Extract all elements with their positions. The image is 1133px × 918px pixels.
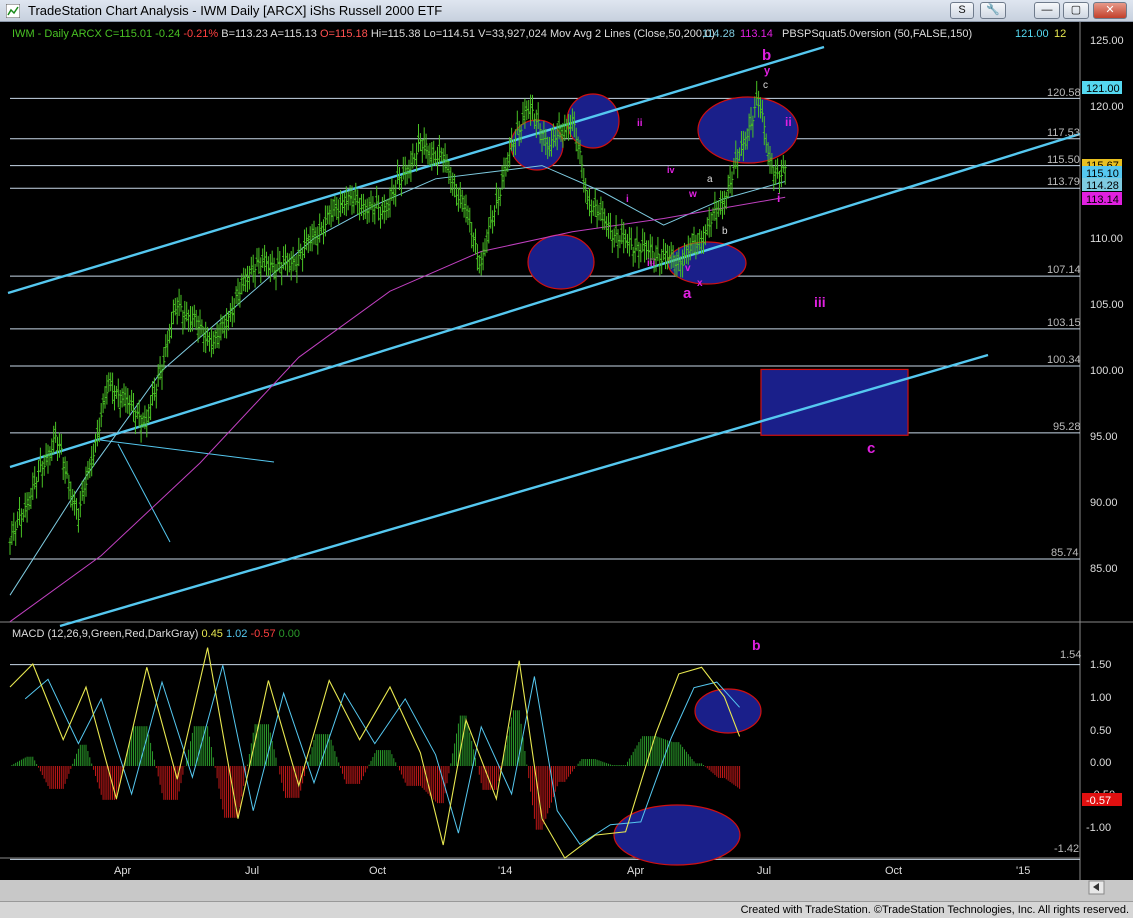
macd-avg: 1.02 bbox=[226, 628, 247, 640]
chart-area: IWM - Daily ARCX C=115.01 -0.24 -0.21% B… bbox=[0, 22, 1133, 901]
last-price: C=115.01 bbox=[105, 28, 152, 40]
wave-label-iv: iv bbox=[667, 165, 675, 175]
macd-hline-label-1-54: 1.54 bbox=[1060, 649, 1081, 661]
tradestation-app-icon bbox=[6, 4, 20, 18]
study2-value2: 12 bbox=[1054, 28, 1066, 40]
macd-header: MACD (12,26,9,Green,Red,DarkGray) 0.45 1… bbox=[12, 628, 300, 640]
axis-label-95: 95.00 bbox=[1090, 431, 1118, 443]
oval-macd-top bbox=[694, 688, 762, 734]
macd-axis-0-00: 0.00 bbox=[1090, 757, 1111, 769]
wrench-icon[interactable]: 🔧 bbox=[980, 2, 1006, 19]
chart-svg[interactable]: IWM - Daily ARCX C=115.01 -0.24 -0.21% B… bbox=[0, 22, 1133, 901]
low-value: Lo=114.51 bbox=[424, 28, 476, 40]
open-value: O=115.18 bbox=[320, 28, 368, 40]
close-button[interactable]: ✕ bbox=[1093, 2, 1127, 19]
symbol-label: IWM - Daily bbox=[12, 28, 69, 40]
x-label-15: '15 bbox=[1016, 865, 1030, 877]
wave-label-w: w bbox=[688, 189, 697, 200]
oval-macd-bottom bbox=[613, 804, 741, 866]
wave-label-ii-left: ii bbox=[637, 118, 643, 129]
macd-zero: 0.00 bbox=[279, 628, 300, 640]
hline-label-115-50: 115.50 bbox=[1047, 154, 1080, 166]
wave-label-a-big: a bbox=[683, 285, 692, 302]
wave-label-a-small: a bbox=[707, 174, 713, 185]
wave-label-x: x bbox=[697, 278, 703, 289]
hline-label-85-74: 85.74 bbox=[1051, 547, 1079, 559]
exchange-label: ARCX bbox=[71, 28, 102, 40]
study1-value1: 114.28 bbox=[702, 28, 735, 40]
macd-axis-1-00: 1.00 bbox=[1090, 692, 1111, 704]
footer: Created with TradeStation. ©TradeStation… bbox=[0, 901, 1133, 918]
axis-label-125: 125.00 bbox=[1090, 35, 1124, 47]
axis-label-105: 105.00 bbox=[1090, 299, 1124, 311]
hline-label-95-28: 95.28 bbox=[1053, 421, 1081, 433]
wave-label-iii-right: iii bbox=[814, 294, 826, 310]
oval-5 bbox=[667, 241, 747, 285]
tag-113-14: 113.14 bbox=[1086, 194, 1119, 206]
wave-label-b-top: b bbox=[762, 47, 771, 64]
wave-label-i-left: i bbox=[626, 194, 629, 205]
x-label-jul-14: Jul bbox=[757, 865, 771, 877]
wave-label-iii-left: iii bbox=[647, 258, 656, 269]
x-label-oct-14: Oct bbox=[885, 865, 902, 877]
copyright-text: Created with TradeStation. ©TradeStation… bbox=[740, 904, 1129, 916]
title-bar: TradeStation Chart Analysis - IWM Daily … bbox=[0, 0, 1133, 22]
macd-hline-label-neg-1-42: -1.42 bbox=[1054, 843, 1079, 855]
macd-name: MACD (12,26,9,Green,Red,DarkGray) bbox=[12, 628, 198, 640]
hline-label-113-79: 113.79 bbox=[1047, 176, 1080, 188]
target-box bbox=[760, 368, 909, 436]
macd-axis-neg-1-00: -1.00 bbox=[1086, 822, 1111, 834]
svg-text:MACD (12,26,9,Green,Red,DarkGr: MACD (12,26,9,Green,Red,DarkGray) 0.45 1… bbox=[12, 628, 300, 640]
wave-label-c-small: c bbox=[763, 80, 768, 91]
macd-wave-label-b: b bbox=[752, 637, 761, 653]
x-label-apr: Apr bbox=[114, 865, 131, 877]
minimize-button[interactable]: — bbox=[1034, 2, 1060, 19]
x-label-14: '14 bbox=[498, 865, 512, 877]
volume-value: V=33,927,024 bbox=[478, 28, 547, 40]
axis-label-85: 85.00 bbox=[1090, 563, 1118, 575]
x-label-oct: Oct bbox=[369, 865, 386, 877]
hline-label-107-14: 107.14 bbox=[1047, 264, 1081, 276]
oval-3 bbox=[527, 234, 595, 290]
macd-diff: -0.57 bbox=[250, 628, 275, 640]
study1-label: Mov Avg 2 Lines (Close,50,200,0) bbox=[550, 28, 715, 40]
hline-label-100-34: 100.34 bbox=[1047, 354, 1081, 366]
s-menu-button[interactable]: S bbox=[950, 2, 974, 19]
scrollbar[interactable] bbox=[0, 880, 1133, 901]
change-pct: -0.21% bbox=[183, 28, 218, 40]
tag-121: 121.00 bbox=[1086, 83, 1120, 95]
hline-label-117-53: 117.53 bbox=[1047, 127, 1080, 139]
price-header: IWM - Daily ARCX C=115.01 -0.24 -0.21% B… bbox=[12, 28, 1066, 40]
window-title: TradeStation Chart Analysis - IWM Daily … bbox=[28, 3, 443, 18]
wave-label-b-small: b bbox=[722, 226, 728, 237]
wave-label-y: y bbox=[764, 65, 771, 77]
wave-label-v: v bbox=[685, 263, 691, 274]
x-label-apr-14: Apr bbox=[627, 865, 644, 877]
axis-label-120: 120.00 bbox=[1090, 101, 1124, 113]
macd-axis-0-50: 0.50 bbox=[1090, 725, 1111, 737]
hline-label-120-58: 120.58 bbox=[1047, 87, 1081, 99]
ask-value: A=115.13 bbox=[270, 28, 317, 40]
maximize-button[interactable]: ▢ bbox=[1063, 2, 1089, 19]
bid-value: B=113.23 bbox=[221, 28, 268, 40]
study2-value1: 121.00 bbox=[1015, 28, 1049, 40]
hline-label-103-15: 103.15 bbox=[1047, 317, 1081, 329]
macd-axis-1-50: 1.50 bbox=[1090, 659, 1111, 671]
axis-label-90: 90.00 bbox=[1090, 497, 1118, 509]
axis-label-100: 100.00 bbox=[1090, 365, 1124, 377]
study2-label: PBSPSquat5.0version (50,FALSE,150) bbox=[782, 28, 972, 40]
high-value: Hi=115.38 bbox=[371, 28, 421, 40]
study1-value2: 113.14 bbox=[740, 28, 773, 40]
axis-label-110: 110.00 bbox=[1090, 233, 1123, 245]
svg-text:IWM - Daily ARCX C=115.01 -0.2: IWM - Daily ARCX C=115.01 -0.24 -0.21% B… bbox=[12, 28, 715, 40]
macd-value: 0.45 bbox=[202, 628, 223, 640]
change-value: -0.24 bbox=[155, 28, 180, 40]
wave-label-c-big: c bbox=[867, 440, 875, 457]
tag-114-28: 114.28 bbox=[1086, 180, 1119, 192]
x-label-jul: Jul bbox=[245, 865, 259, 877]
wave-label-i-right: i bbox=[777, 191, 780, 205]
macd-tag: -0.57 bbox=[1086, 795, 1111, 807]
wave-label-ii-right: ii bbox=[785, 115, 792, 129]
